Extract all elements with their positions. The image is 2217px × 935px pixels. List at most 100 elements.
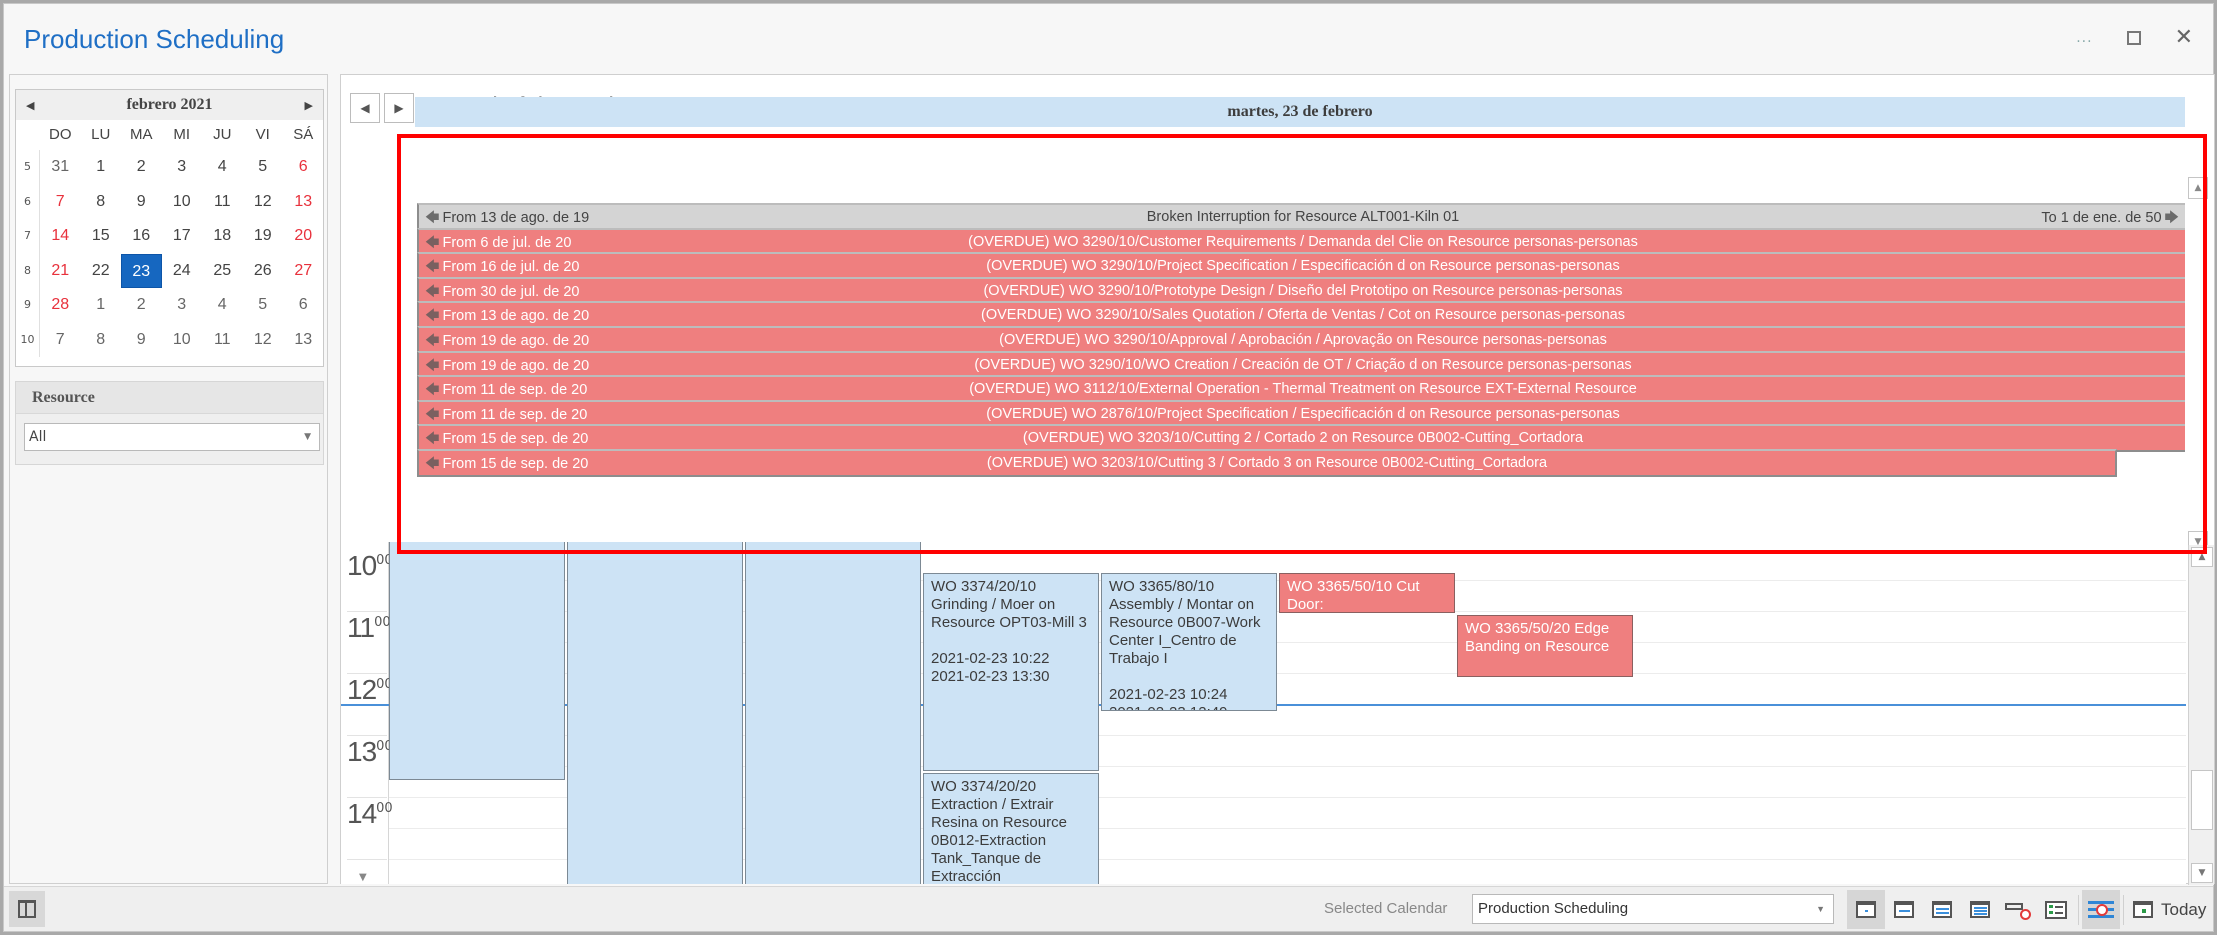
next-month-icon[interactable]: ▶ <box>305 99 313 112</box>
calendar-day[interactable]: 2 <box>121 288 162 323</box>
calendar-day[interactable]: 26 <box>243 254 284 289</box>
resource-select[interactable]: All ▼ <box>24 423 320 451</box>
calendar-day[interactable]: 25 <box>202 254 243 289</box>
agenda-list-icon <box>2045 900 2067 919</box>
month-view-button[interactable] <box>1961 890 1999 929</box>
prev-month-icon[interactable]: ◀ <box>26 99 34 112</box>
calendar-day[interactable]: 18 <box>202 219 243 254</box>
mini-calendar: ◀ febrero 2021 ▶ DO LU MA MI JU VI SÁ 5 31 1 2 3 4 5 6… <box>15 89 324 367</box>
hour-number: 14 <box>347 798 377 829</box>
calendar-day[interactable]: 7 <box>40 323 81 358</box>
week-number: 8 <box>16 253 40 288</box>
calendar-day[interactable]: 6 <box>283 150 324 185</box>
calendar-day[interactable]: 19 <box>243 219 284 254</box>
weekday-label: MI <box>173 126 191 143</box>
app-title: Production Scheduling <box>24 24 285 54</box>
calendar-day[interactable]: 11 <box>202 185 243 220</box>
all-day-scroll-up[interactable]: ▲ <box>2188 177 2208 199</box>
calendar-day[interactable]: 24 <box>162 254 203 289</box>
calendar-day[interactable]: 12 <box>243 323 284 358</box>
appointment[interactable]: 2021-02-23 13:15 <box>745 542 921 884</box>
today-button[interactable]: Today <box>2127 890 2212 929</box>
appointment[interactable] <box>389 542 565 780</box>
vertical-scrollbar[interactable]: ▲ ▼ <box>2188 545 2214 885</box>
timeline-view-button[interactable] <box>1999 890 2037 929</box>
calendar-day[interactable]: 5 <box>243 288 284 323</box>
resource-label: Resource <box>16 382 323 414</box>
calendar-day[interactable]: 12 <box>243 185 284 220</box>
selected-day[interactable]: 23 <box>121 253 162 288</box>
calendar-day[interactable]: 6 <box>283 288 324 323</box>
prev-day-button[interactable]: ◀ <box>350 93 380 123</box>
calendar-day[interactable]: 31 <box>40 150 81 185</box>
timeline-clock-icon <box>2005 900 2031 920</box>
agenda-view-button[interactable] <box>2037 890 2075 929</box>
selected-calendar-select[interactable]: Production Scheduling ▼ <box>1472 894 1834 924</box>
work-week-view-button[interactable] <box>1885 890 1923 929</box>
calendar-day[interactable]: 8 <box>81 185 122 220</box>
calendar-day[interactable]: 21 <box>40 254 81 289</box>
calendar-day[interactable]: 4 <box>202 288 243 323</box>
scroll-up-button[interactable]: ▲ <box>2191 547 2213 567</box>
status-bar: Selected Calendar Production Scheduling … <box>4 886 2213 931</box>
day-view-button[interactable] <box>1847 890 1885 929</box>
calendar-day[interactable]: 8 <box>81 323 122 358</box>
calendar-day[interactable]: 22 <box>81 254 122 289</box>
calendar-day[interactable]: 16 <box>121 219 162 254</box>
calendar-day[interactable]: 4 <box>202 150 243 185</box>
week-view-button[interactable] <box>1923 890 1961 929</box>
event-title: (OVERDUE) WO 3290/10/WO Creation / Creac… <box>974 356 1632 373</box>
calendar-day[interactable]: 13 <box>283 323 324 358</box>
hour-number: 10 <box>347 550 377 581</box>
calendar-day[interactable]: 13 <box>283 185 324 220</box>
event-title: (OVERDUE) WO 3290/10/Customer Requiremen… <box>968 233 1638 250</box>
weekday-label: DO <box>49 126 72 143</box>
calendar-day[interactable]: 5 <box>243 150 284 185</box>
calendar-day[interactable]: 14 <box>40 219 81 254</box>
divider <box>2123 894 2124 925</box>
toggle-panel-button[interactable] <box>9 891 45 927</box>
appointment[interactable]: WO 3374/20/10 Grinding / Moer on Resourc… <box>923 573 1099 771</box>
calendar-day[interactable]: 20 <box>283 219 324 254</box>
calendar-day[interactable]: 10 <box>162 185 203 220</box>
calendar-day[interactable]: 11 <box>202 323 243 358</box>
calendar-day[interactable]: 7 <box>40 185 81 220</box>
appointment-text: 2021-02-23 12:49 <box>1109 704 1269 710</box>
calendar-day[interactable]: 28 <box>40 288 81 323</box>
appointment-text: WO 3365/50/20 Edge Banding on Resource <box>1465 620 1610 655</box>
gantt-view-button[interactable] <box>2082 890 2120 929</box>
minute-number: 00 <box>376 801 393 816</box>
calendar-day[interactable]: 3 <box>162 150 203 185</box>
weekday-label: JU <box>213 126 232 143</box>
calendar-day[interactable]: 1 <box>81 288 122 323</box>
appointment[interactable]: WO 3374/20/20 Extraction / Extrair Resin… <box>923 773 1099 884</box>
maximize-icon[interactable] <box>2126 31 2141 45</box>
overdue-event[interactable]: 🡄 From 15 de sep. de 20 (OVERDUE) WO 3203/… <box>417 449 2117 477</box>
resource-select-value: All <box>29 429 47 445</box>
calendar-day[interactable]: 2 <box>121 150 162 185</box>
appointment[interactable]: WO 3365/50/20 Edge Banding on Resource <box>1457 615 1633 677</box>
calendar-day[interactable]: 27 <box>283 254 324 289</box>
calendar-day[interactable]: 9 <box>121 185 162 220</box>
month-title: febrero 2021 <box>126 96 213 113</box>
calendar-day[interactable]: 17 <box>162 219 203 254</box>
calendar-day[interactable]: 9 <box>121 323 162 358</box>
appointment[interactable]: WO 3365/80/10 Assembly / Montar on Resou… <box>1101 573 1277 711</box>
event-title: (OVERDUE) WO 3203/10/Cutting 2 / Cortado… <box>1022 430 1584 447</box>
next-day-button[interactable]: ▶ <box>384 93 414 123</box>
more-options-icon[interactable]: ... <box>2076 26 2092 50</box>
appointment[interactable]: WO 3365/50/10 Cut Door: <box>1279 573 1455 613</box>
weekday-label: MA <box>130 126 153 143</box>
calendar-day[interactable]: 15 <box>81 219 122 254</box>
day-column-header[interactable]: martes, 23 de febrero <box>415 97 2185 127</box>
time-scroll-down-icon[interactable]: ▼ <box>359 872 367 883</box>
hour-label: 1100 <box>347 612 391 674</box>
close-icon[interactable]: ✕ <box>2175 26 2193 50</box>
calendar-day[interactable]: 3 <box>162 288 203 323</box>
calendar-day[interactable]: 1 <box>81 150 122 185</box>
calendar-day[interactable]: 10 <box>162 323 203 358</box>
appointment[interactable]: 2021-02-23 13:15 <box>567 542 743 884</box>
weekday-label: VI <box>255 126 270 143</box>
scroll-down-button[interactable]: ▼ <box>2191 863 2213 883</box>
scroll-thumb[interactable] <box>2191 770 2213 830</box>
